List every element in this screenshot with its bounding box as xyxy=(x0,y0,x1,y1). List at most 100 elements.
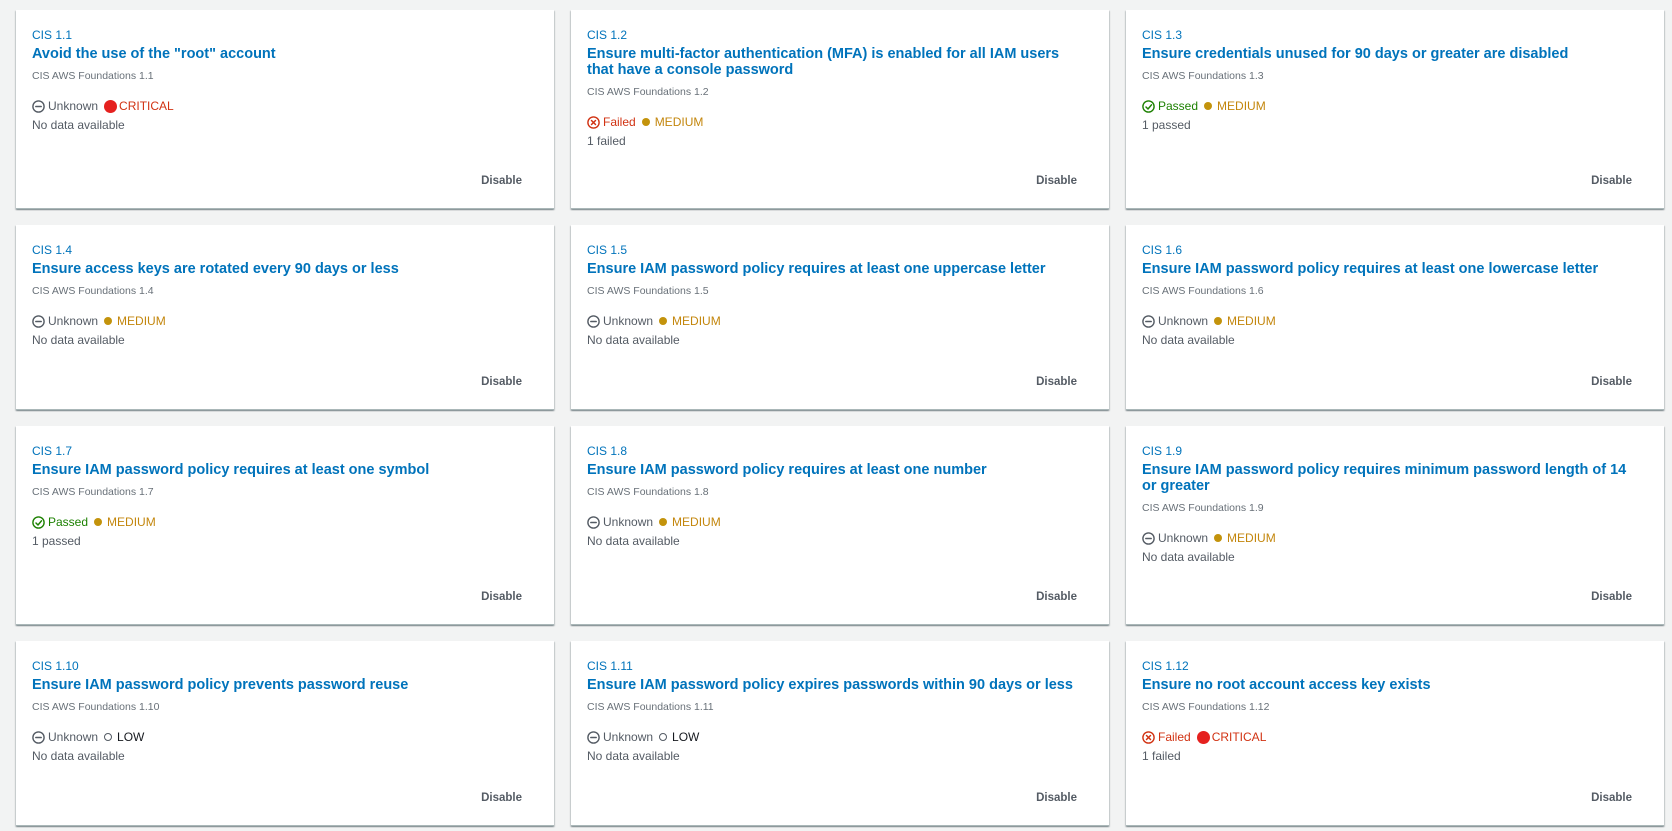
severity-badge: CRITICAL xyxy=(1196,730,1266,744)
control-card: CIS 1.9 Ensure IAM password policy requi… xyxy=(1126,426,1664,625)
disable-button[interactable]: Disable xyxy=(1591,376,1632,388)
medium-dot-icon xyxy=(641,118,650,126)
severity-label: MEDIUM xyxy=(672,515,721,529)
control-id-link[interactable]: CIS 1.3 xyxy=(1142,27,1648,43)
disable-button[interactable]: Disable xyxy=(481,175,522,187)
control-title-link[interactable]: Ensure IAM password policy requires mini… xyxy=(1142,462,1648,494)
compliance-status-label: Unknown xyxy=(603,515,654,529)
medium-dot-icon xyxy=(1204,102,1213,110)
control-id-link[interactable]: CIS 1.5 xyxy=(587,242,1093,258)
control-title-link[interactable]: Ensure IAM password policy requires at l… xyxy=(587,462,1093,478)
control-id-link[interactable]: CIS 1.4 xyxy=(32,242,538,258)
status-row: Failed CRITICAL xyxy=(1142,729,1648,745)
minus-circle-icon xyxy=(1142,531,1155,545)
check-result-text: No data available xyxy=(1142,333,1235,347)
control-title-link[interactable]: Ensure IAM password policy requires at l… xyxy=(587,261,1093,277)
compliance-status-label: Failed xyxy=(1158,730,1191,744)
control-id-link[interactable]: CIS 1.9 xyxy=(1142,443,1648,459)
control-title-link[interactable]: Ensure IAM password policy expires passw… xyxy=(587,677,1093,693)
status-row: Unknown CRITICAL xyxy=(32,98,538,114)
compliance-status: Unknown xyxy=(32,730,98,744)
medium-dot-icon xyxy=(104,317,113,325)
control-id-link[interactable]: CIS 1.7 xyxy=(32,443,538,459)
disable-button[interactable]: Disable xyxy=(1036,591,1077,603)
compliance-status: Unknown xyxy=(32,99,98,113)
medium-dot-icon xyxy=(1214,317,1223,325)
compliance-status: Unknown xyxy=(1142,531,1208,545)
status-row: Unknown MEDIUM xyxy=(587,313,1093,329)
control-standard-label: CIS AWS Foundations 1.5 xyxy=(587,285,709,297)
minus-circle-icon xyxy=(1142,314,1155,328)
control-title-link[interactable]: Ensure IAM password policy requires at l… xyxy=(32,462,538,478)
control-standard-label: CIS AWS Foundations 1.10 xyxy=(32,701,160,713)
severity-label: LOW xyxy=(117,730,145,744)
compliance-status: Unknown xyxy=(32,314,98,328)
critical-dot-icon xyxy=(1196,730,1210,744)
compliance-status-label: Unknown xyxy=(48,314,99,328)
control-title-link[interactable]: Ensure credentials unused for 90 days or… xyxy=(1142,46,1648,62)
control-id-link[interactable]: CIS 1.11 xyxy=(587,658,1093,674)
severity-badge: MEDIUM xyxy=(659,515,721,529)
control-id-link[interactable]: CIS 1.2 xyxy=(587,27,1093,43)
disable-button[interactable]: Disable xyxy=(1036,175,1077,187)
disable-button[interactable]: Disable xyxy=(1591,175,1632,187)
status-row: Unknown MEDIUM xyxy=(587,514,1093,530)
x-circle-icon xyxy=(1142,730,1155,744)
disable-button[interactable]: Disable xyxy=(1591,591,1632,603)
control-id-link[interactable]: CIS 1.1 xyxy=(32,27,538,43)
control-title-link[interactable]: Avoid the use of the "root" account xyxy=(32,46,538,62)
severity-label: MEDIUM xyxy=(1217,99,1266,113)
control-id-link[interactable]: CIS 1.6 xyxy=(1142,242,1648,258)
control-standard-label: CIS AWS Foundations 1.2 xyxy=(587,86,709,98)
check-result-text: 1 passed xyxy=(1142,118,1191,132)
severity-badge: MEDIUM xyxy=(1204,99,1266,113)
control-card: CIS 1.1 Avoid the use of the "root" acco… xyxy=(16,10,554,209)
disable-button[interactable]: Disable xyxy=(1036,792,1077,804)
low-dot-icon xyxy=(104,733,113,741)
check-result-text: No data available xyxy=(1142,550,1235,564)
disable-button[interactable]: Disable xyxy=(481,792,522,804)
severity-badge: MEDIUM xyxy=(641,115,703,129)
control-standard-label: CIS AWS Foundations 1.8 xyxy=(587,486,709,498)
status-row: Unknown LOW xyxy=(32,729,538,745)
control-title-link[interactable]: Ensure no root account access key exists xyxy=(1142,677,1648,693)
control-title-link[interactable]: Ensure IAM password policy requires at l… xyxy=(1142,261,1648,277)
compliance-status: Unknown xyxy=(1142,314,1208,328)
severity-label: MEDIUM xyxy=(1227,531,1276,545)
check-result-text: No data available xyxy=(587,534,680,548)
control-standard-label: CIS AWS Foundations 1.6 xyxy=(1142,285,1264,297)
check-result-text: No data available xyxy=(32,333,125,347)
control-card: CIS 1.11 Ensure IAM password policy expi… xyxy=(571,641,1109,826)
compliance-status-label: Passed xyxy=(48,515,89,529)
compliance-status-label: Unknown xyxy=(48,730,99,744)
disable-button[interactable]: Disable xyxy=(481,376,522,388)
control-standard-label: CIS AWS Foundations 1.4 xyxy=(32,285,154,297)
compliance-status-label: Unknown xyxy=(48,99,99,113)
severity-label: MEDIUM xyxy=(672,314,721,328)
compliance-status: Unknown xyxy=(587,515,653,529)
control-title-link[interactable]: Ensure access keys are rotated every 90 … xyxy=(32,261,538,277)
control-id-link[interactable]: CIS 1.8 xyxy=(587,443,1093,459)
control-standard-label: CIS AWS Foundations 1.1 xyxy=(32,70,154,82)
severity-label: MEDIUM xyxy=(117,314,166,328)
control-id-link[interactable]: CIS 1.10 xyxy=(32,658,538,674)
security-controls-grid: CIS 1.1 Avoid the use of the "root" acco… xyxy=(16,10,1664,826)
minus-circle-icon xyxy=(32,99,45,113)
severity-badge: CRITICAL xyxy=(104,99,174,113)
severity-badge: MEDIUM xyxy=(659,314,721,328)
control-title-link[interactable]: Ensure multi-factor authentication (MFA)… xyxy=(587,46,1093,78)
control-card: CIS 1.10 Ensure IAM password policy prev… xyxy=(16,641,554,826)
minus-circle-icon xyxy=(32,730,45,744)
status-row: Passed MEDIUM xyxy=(1142,98,1648,114)
severity-label: MEDIUM xyxy=(1227,314,1276,328)
check-result-text: 1 failed xyxy=(587,134,626,148)
status-row: Passed MEDIUM xyxy=(32,514,538,530)
disable-button[interactable]: Disable xyxy=(481,591,522,603)
control-title-link[interactable]: Ensure IAM password policy prevents pass… xyxy=(32,677,538,693)
control-id-link[interactable]: CIS 1.12 xyxy=(1142,658,1648,674)
disable-button[interactable]: Disable xyxy=(1036,376,1077,388)
check-result-text: No data available xyxy=(587,333,680,347)
minus-circle-icon xyxy=(587,730,600,744)
disable-button[interactable]: Disable xyxy=(1591,792,1632,804)
compliance-status: Passed xyxy=(1142,99,1198,113)
